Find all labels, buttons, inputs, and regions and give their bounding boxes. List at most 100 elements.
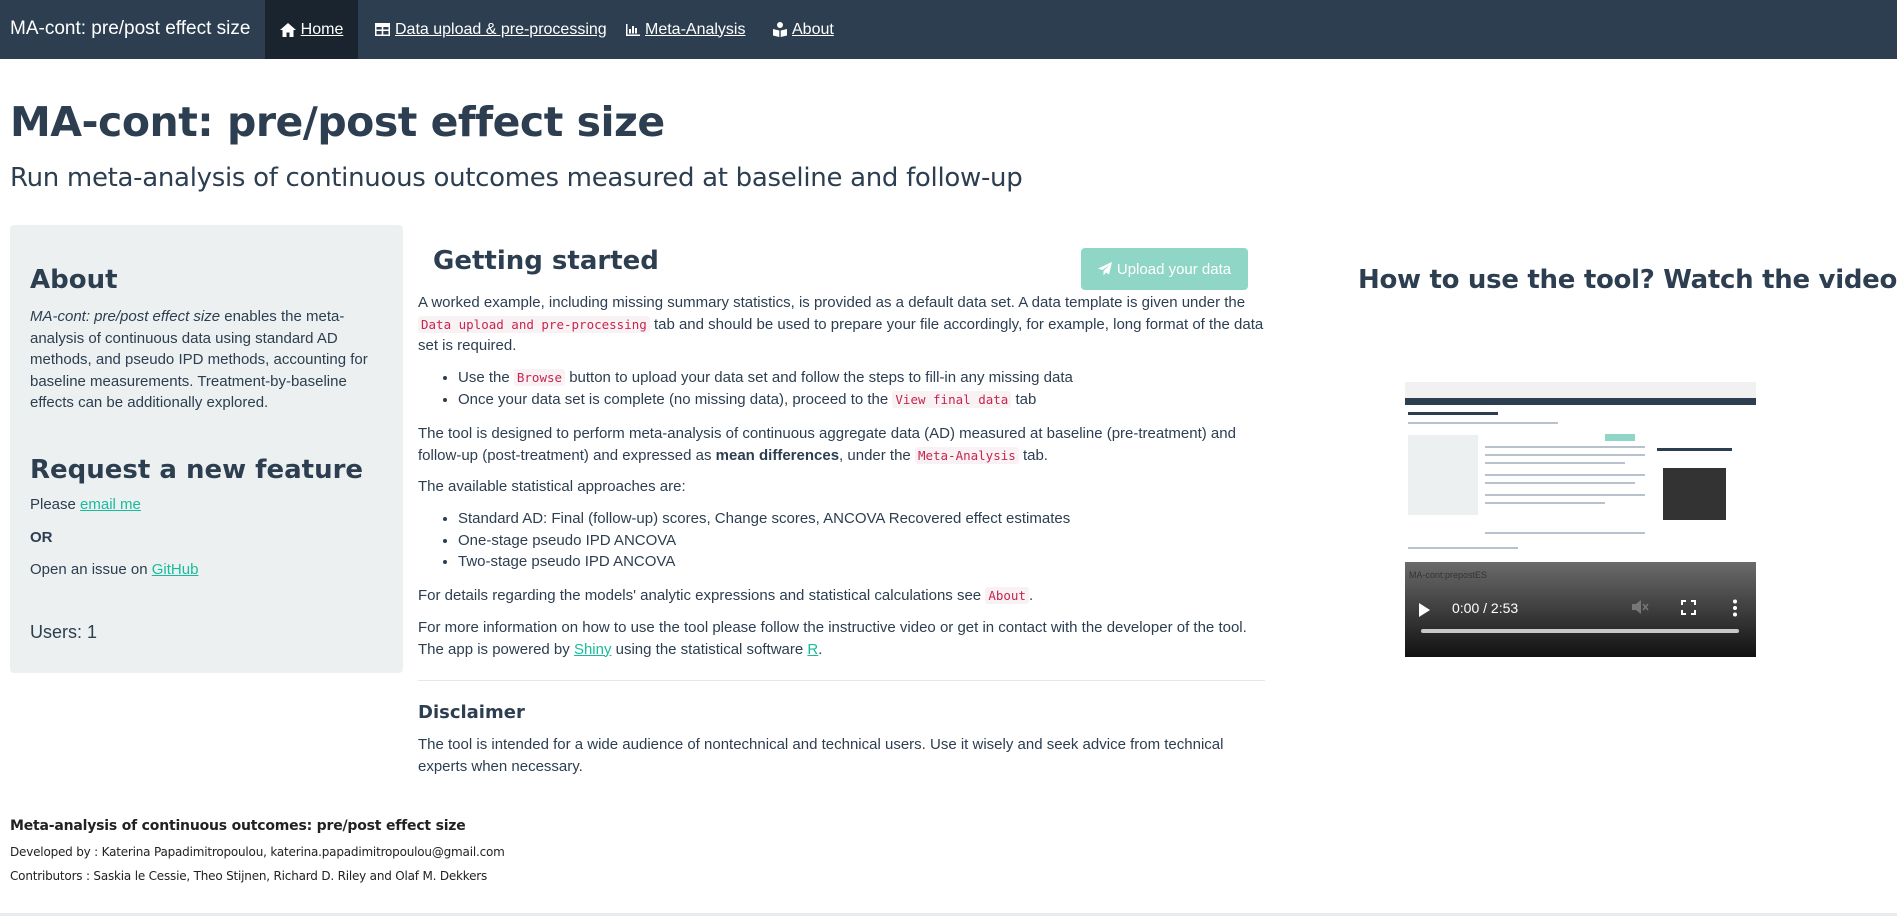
bottom-rule bbox=[0, 913, 1897, 916]
video-heading: How to use the tool? Watch the video ! bbox=[1358, 265, 1897, 295]
request-feature-heading: Request a new feature bbox=[30, 455, 364, 485]
email-line: Please email me bbox=[30, 496, 141, 513]
about-description: MA-cont: pre/post effect size enables th… bbox=[30, 306, 385, 414]
table-icon bbox=[375, 23, 390, 36]
thumbnail-button bbox=[1605, 434, 1635, 441]
mean-differences-bold: mean differences bbox=[715, 446, 840, 464]
design-text-b: , under the bbox=[839, 446, 915, 464]
design-text-c: tab. bbox=[1018, 446, 1048, 464]
step1-text-a: Use the bbox=[458, 369, 514, 386]
meta-analysis-code: Meta-Analysis bbox=[914, 446, 1019, 464]
more-options-icon[interactable] bbox=[1732, 599, 1738, 617]
more-info-text-a: For more information on how to use the t… bbox=[418, 619, 1247, 658]
github-line: Open an issue on GitHub bbox=[30, 561, 198, 578]
nav-tab-about-label: About bbox=[792, 20, 834, 38]
video-controls: 0:00 / 2:53 bbox=[1405, 587, 1756, 637]
thumbnail-video bbox=[1663, 468, 1726, 520]
nav-tab-data-upload[interactable]: Data upload & pre-processing bbox=[375, 0, 607, 59]
upload-data-label: Upload your data bbox=[1116, 260, 1232, 278]
users-count: Users: 1 bbox=[30, 622, 98, 642]
nav-tab-meta-analysis[interactable]: Meta-Analysis bbox=[626, 0, 745, 59]
nav-tab-data-upload-label: Data upload & pre-processing bbox=[395, 20, 607, 38]
list-item: Standard AD: Final (follow-up) scores, C… bbox=[458, 508, 1070, 530]
list-item: Once your data set is complete (no missi… bbox=[458, 389, 1073, 411]
about-code: About bbox=[985, 587, 1029, 604]
thumbnail-line bbox=[1408, 422, 1558, 424]
step2-text-b: tab bbox=[1011, 390, 1037, 408]
intro-text-a: A worked example, including missing summ… bbox=[418, 294, 1246, 311]
shiny-link[interactable]: Shiny bbox=[574, 641, 612, 658]
data-upload-tab-code: Data upload and pre-processing bbox=[418, 315, 650, 333]
details-text-a: For details regarding the models' analyt… bbox=[418, 587, 986, 604]
thumbnail-line bbox=[1657, 448, 1732, 451]
github-link[interactable]: GitHub bbox=[152, 561, 199, 578]
thumbnail-line bbox=[1485, 532, 1645, 534]
thumbnail-line bbox=[1408, 412, 1498, 415]
list-item: Two-stage pseudo IPD ANCOVA bbox=[458, 551, 1070, 573]
details-text-b: . bbox=[1028, 587, 1034, 604]
sidebar-panel: About MA-cont: pre/post effect size enab… bbox=[10, 225, 403, 673]
thumbnail-sidebar bbox=[1408, 435, 1478, 515]
more-info-text-c: . bbox=[818, 640, 823, 658]
footer-developed-by: Developed by : Katerina Papadimitropoulo… bbox=[10, 845, 505, 859]
thumbnail-line bbox=[1485, 446, 1645, 448]
nav-tab-home-label: Home bbox=[300, 20, 344, 38]
thumbnail-line bbox=[1408, 547, 1518, 549]
intro-paragraph: A worked example, including missing summ… bbox=[418, 292, 1265, 357]
video-thumbnail bbox=[1405, 382, 1756, 572]
footer-contributors: Contributors : Saskia le Cessie, Theo St… bbox=[10, 869, 488, 883]
nav-tab-about[interactable]: About bbox=[773, 0, 834, 59]
navbar: MA-cont: pre/post effect size Home Data … bbox=[0, 0, 1897, 59]
step2-text-a: Once your data set is complete (no missi… bbox=[458, 390, 893, 408]
getting-started-heading: Getting started bbox=[433, 246, 659, 276]
paper-plane-icon bbox=[1097, 262, 1112, 276]
bar-chart-icon bbox=[626, 23, 640, 36]
thumbnail-line bbox=[1485, 454, 1645, 456]
footer-title: Meta-analysis of continuous outcomes: pr… bbox=[10, 818, 466, 834]
approaches-intro: The available statistical approaches are… bbox=[418, 478, 686, 495]
issue-text: Open an issue on bbox=[30, 561, 152, 578]
nav-tab-home[interactable]: Home bbox=[265, 0, 358, 59]
video-progress-bar[interactable] bbox=[1421, 629, 1739, 633]
upload-data-button[interactable]: Upload your data bbox=[1081, 248, 1248, 290]
about-app-name: MA-cont: pre/post effect size bbox=[30, 308, 221, 325]
thumbnail-navbar bbox=[1405, 398, 1756, 405]
view-final-data-code: View final data bbox=[892, 390, 1012, 408]
disclaimer-text: The tool is intended for a wide audience… bbox=[418, 736, 1224, 775]
book-reader-icon bbox=[773, 22, 787, 37]
disclaimer-heading: Disclaimer bbox=[418, 702, 525, 723]
navbar-brand[interactable]: MA-cont: pre/post effect size bbox=[10, 18, 250, 40]
details-paragraph: For details regarding the models' analyt… bbox=[418, 585, 1265, 607]
play-icon[interactable] bbox=[1419, 603, 1430, 617]
step1-text-b: button to upload your data set and follo… bbox=[565, 369, 1073, 386]
more-info-paragraph: For more information on how to use the t… bbox=[418, 617, 1265, 660]
thumbnail-line bbox=[1485, 502, 1605, 504]
divider bbox=[418, 680, 1265, 681]
approaches-list: Standard AD: Final (follow-up) scores, C… bbox=[418, 508, 1070, 573]
tutorial-video[interactable]: MA-cont:prepostES 0:00 / 2:53 bbox=[1405, 382, 1756, 657]
email-me-link[interactable]: email me bbox=[80, 496, 141, 513]
steps-list: Use the Browse button to upload your dat… bbox=[418, 367, 1073, 410]
thumbnail-browser-bar bbox=[1405, 382, 1756, 399]
volume-muted-icon[interactable] bbox=[1632, 599, 1650, 615]
list-item: One-stage pseudo IPD ANCOVA bbox=[458, 530, 1070, 552]
r-link[interactable]: R bbox=[807, 641, 818, 658]
page-subtitle: Run meta-analysis of continuous outcomes… bbox=[10, 163, 1023, 193]
thumbnail-line bbox=[1485, 474, 1645, 476]
page-title: MA-cont: pre/post effect size bbox=[10, 98, 665, 146]
browse-code: Browse bbox=[513, 369, 566, 386]
please-text: Please bbox=[30, 496, 81, 513]
or-text: OR bbox=[30, 529, 53, 546]
video-label: MA-cont:prepostES bbox=[1409, 570, 1488, 580]
fullscreen-icon[interactable] bbox=[1681, 600, 1696, 615]
home-icon bbox=[279, 22, 296, 37]
thumbnail-line bbox=[1485, 494, 1645, 496]
more-info-text-b: using the statistical software bbox=[611, 640, 808, 658]
video-time: 0:00 / 2:53 bbox=[1452, 600, 1519, 616]
about-heading: About bbox=[30, 265, 118, 295]
design-paragraph: The tool is designed to perform meta-ana… bbox=[418, 423, 1265, 466]
list-item: Use the Browse button to upload your dat… bbox=[458, 367, 1073, 389]
thumbnail-line bbox=[1485, 482, 1635, 484]
thumbnail-line bbox=[1485, 462, 1625, 464]
nav-tab-meta-analysis-label: Meta-Analysis bbox=[645, 20, 746, 38]
